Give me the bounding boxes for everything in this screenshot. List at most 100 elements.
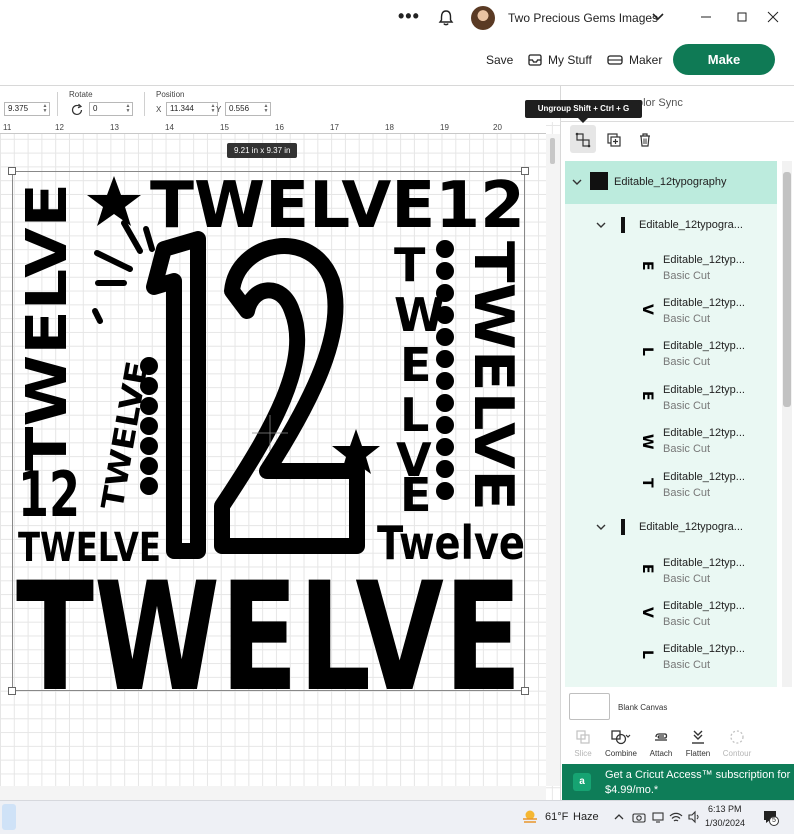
layer-type: Basic Cut [663, 356, 711, 368]
layer-glyph: E [639, 261, 655, 271]
edit-toolbar: 9.375 ▲ ▼ Rotate 0 ▲ ▼ Position X 11.344 ▲… [0, 86, 560, 122]
resize-handle[interactable] [8, 687, 16, 695]
combine-button[interactable]: Combine [601, 728, 641, 758]
selection-box [12, 171, 525, 691]
clock-date[interactable]: 1/30/2024 [705, 818, 745, 828]
height-input[interactable]: 9.375 ▲ ▼ [4, 102, 50, 116]
inbox-icon [528, 54, 542, 66]
notification-count: 5 [769, 816, 779, 826]
stepper-icon[interactable]: ▲ ▼ [125, 104, 131, 114]
attach-button[interactable]: Attach [641, 728, 681, 758]
contour-button[interactable]: Contour [717, 728, 757, 758]
canvas-horizontal-scrollbar[interactable] [0, 786, 546, 800]
trash-icon[interactable] [635, 130, 655, 150]
layer-glyph: V [639, 304, 655, 315]
layer-type: Basic Cut [663, 400, 711, 412]
duplicate-icon[interactable] [604, 130, 624, 150]
slice-button[interactable]: Slice [563, 728, 603, 758]
my-stuff-button[interactable]: My Stuff [528, 50, 592, 70]
layer-type: Basic Cut [663, 659, 711, 671]
layer-glyph: E [639, 391, 655, 401]
flatten-icon [692, 730, 704, 744]
ruler-tick: 11 [3, 123, 12, 132]
promo-text: Get a Cricut Access™ subscription for $4… [605, 769, 791, 796]
ruler-tick: 20 [493, 123, 502, 132]
canvas-scroll-thumb[interactable] [550, 138, 555, 164]
blank-canvas-thumbnail[interactable] [569, 693, 610, 720]
chevron-up-icon[interactable] [612, 810, 626, 824]
cricut-access-promo[interactable]: a Get a Cricut Access™ subscription for … [562, 764, 794, 800]
size-readout: 9.21 in x 9.37 in [227, 143, 298, 158]
x-label: X [156, 105, 162, 114]
chevron-down-icon[interactable] [596, 220, 606, 230]
y-label: Y [216, 105, 222, 114]
minimize-icon[interactable] [698, 9, 714, 25]
canvas-vertical-scrollbar[interactable] [546, 134, 560, 786]
avatar[interactable] [471, 6, 495, 30]
cricut-access-badge: a [573, 773, 591, 791]
save-button[interactable]: Save [486, 53, 513, 67]
weather-condition[interactable]: Haze [573, 811, 599, 823]
combine-label: Combine [604, 749, 637, 758]
network-icon[interactable] [651, 810, 665, 824]
clock-time[interactable]: 6:13 PM [708, 804, 742, 814]
haze-icon[interactable] [521, 809, 539, 825]
close-icon[interactable] [765, 9, 781, 25]
resize-handle[interactable] [521, 687, 529, 695]
stepper-icon[interactable]: ▲ ▼ [42, 104, 48, 114]
resize-handle[interactable] [8, 167, 16, 175]
notifications-icon[interactable]: 5 [762, 809, 779, 826]
divider [57, 92, 58, 116]
stepper-icon[interactable]: ▲ ▼ [263, 104, 269, 114]
ungroup-icon[interactable] [573, 130, 593, 150]
bell-icon[interactable] [437, 9, 455, 27]
rotate-label: Rotate [69, 90, 93, 99]
position-y-input[interactable]: 0.556 ▲ ▼ [225, 102, 271, 116]
weather-temperature[interactable]: 61°F [545, 811, 568, 823]
layer-glyph: L [639, 650, 655, 659]
tab-color-sync[interactable]: olor Sync [637, 97, 683, 109]
rotate-value: 0 [93, 104, 98, 113]
ruler-tick: 13 [110, 123, 119, 132]
maker-button[interactable]: Maker [607, 50, 662, 70]
resize-handle[interactable] [521, 167, 529, 175]
camera-icon[interactable] [632, 810, 646, 824]
more-options-button[interactable]: ••• [398, 7, 420, 25]
position-x-value: 11.344 [170, 104, 194, 113]
ruler-tick: 18 [385, 123, 394, 132]
layer-glyph: T [639, 478, 655, 488]
layer-thumbnail [590, 172, 608, 190]
blank-canvas-label: Blank Canvas [618, 703, 668, 712]
layer-name: Editable_12typ... [663, 384, 745, 396]
divider [560, 121, 794, 122]
layers-list[interactable]: Editable_12typography Editable_12typogra… [565, 161, 777, 687]
volume-icon[interactable] [687, 810, 701, 824]
position-y-value: 0.556 [229, 104, 250, 113]
top-ruler: 11 12 13 14 15 16 17 18 19 20 [0, 122, 546, 134]
layer-type: Basic Cut [663, 270, 711, 282]
divider [144, 92, 145, 116]
maximize-icon[interactable] [734, 9, 750, 25]
layer-group-name[interactable]: Editable_12typogra... [639, 521, 743, 533]
taskbar-app-icon[interactable] [2, 804, 16, 830]
maker-label: Maker [629, 53, 663, 67]
chevron-down-icon[interactable] [651, 10, 665, 24]
position-x-input[interactable]: 11.344 ▲ ▼ [166, 102, 218, 116]
rotate-input[interactable]: 0 ▲ ▼ [89, 102, 133, 116]
make-button[interactable]: Make [673, 44, 775, 75]
flatten-button[interactable]: Flatten [678, 728, 718, 758]
layer-group-name[interactable]: Editable_12typogra... [639, 219, 743, 231]
layers-scroll-thumb[interactable] [783, 172, 791, 407]
layer-type: Basic Cut [663, 443, 711, 455]
chevron-down-icon[interactable] [596, 522, 606, 532]
chevron-down-icon[interactable] [572, 177, 582, 187]
layer-name: Editable_12typ... [663, 340, 745, 352]
contour-icon [730, 730, 744, 744]
ungroup-tooltip: Ungroup Shift + Ctrl + G [525, 100, 642, 118]
ruler-tick: 16 [275, 123, 284, 132]
wifi-icon[interactable] [669, 810, 683, 824]
layer-type: Basic Cut [663, 573, 711, 585]
account-name[interactable]: Two Precious Gems Images [508, 11, 658, 25]
layer-name: Editable_12typ... [663, 427, 745, 439]
layer-name: Editable_12typ... [663, 557, 745, 569]
